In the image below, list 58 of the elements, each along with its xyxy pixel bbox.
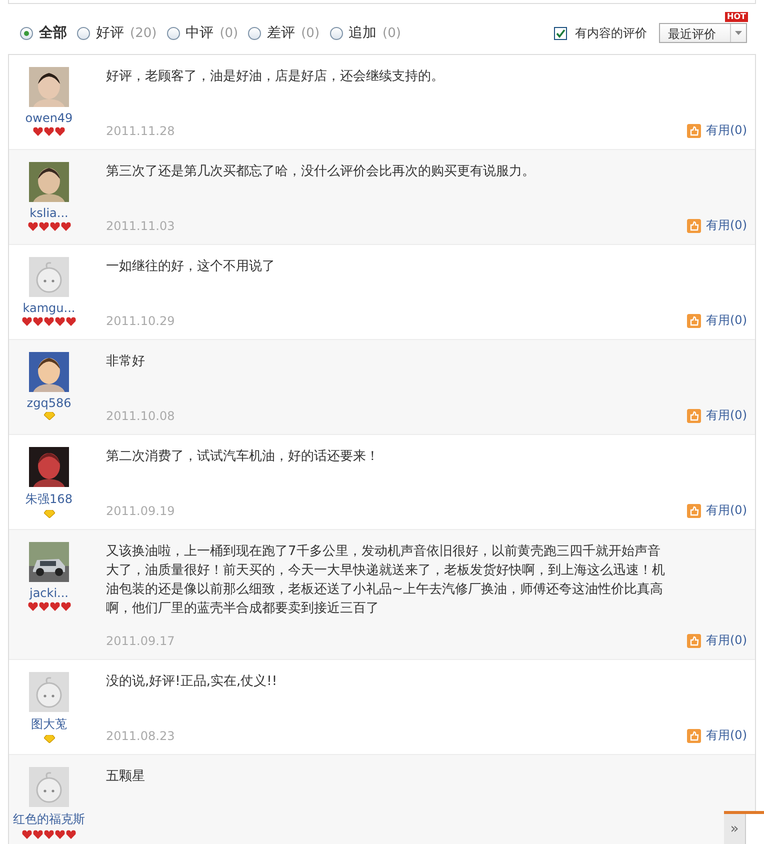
radio-button[interactable] [77, 26, 90, 40]
thumbs-up-icon [687, 504, 701, 518]
review-date: 2011.10.29 [106, 314, 175, 328]
radio-button[interactable] [330, 26, 343, 40]
useful-button[interactable]: 有用(0) [687, 122, 747, 139]
collapse-button[interactable]: » [724, 814, 746, 844]
caret-icon [735, 31, 742, 35]
review-text: 一如继往的好，这个不用说了 [106, 258, 276, 276]
review-date: 2011.10.08 [106, 408, 175, 422]
user-name[interactable]: 图大莵 [31, 716, 67, 733]
thumbs-up-icon [687, 728, 701, 742]
thumbs-up-icon [687, 634, 701, 648]
review-text: 第三次了还是第几次买都忘了哈，没什么评价会比再次的购买更有说服力。 [106, 163, 536, 181]
filter-option[interactable]: 差评 (0) [248, 24, 320, 42]
diamond-icon [44, 510, 54, 518]
review-date: 2011.08.23 [106, 728, 175, 742]
checkbox[interactable] [554, 26, 567, 40]
thumbs-up-icon [687, 218, 701, 232]
user-name[interactable]: jacki... [29, 586, 68, 600]
user-name[interactable]: 红色的福克斯 [13, 811, 85, 828]
review-date: 2011.09.17 [106, 634, 175, 648]
useful-button[interactable]: 有用(0) [687, 632, 747, 649]
useful-button[interactable]: 有用(0) [687, 502, 747, 519]
default-avatar-icon [29, 767, 69, 807]
default-avatar-icon [29, 672, 69, 712]
useful-button[interactable]: 有用(0) [687, 217, 747, 234]
filter-option[interactable]: 好评 (20) [77, 24, 157, 42]
useful-button[interactable]: 有用(0) [687, 407, 747, 424]
user-name[interactable]: 朱强168 [26, 491, 72, 508]
user-name[interactable]: zgq586 [26, 396, 72, 410]
filter-option[interactable]: 追加 (0) [330, 24, 401, 42]
review-text: 五颗星 [106, 768, 146, 786]
hot-badge: HOT [725, 12, 748, 22]
diamond-icon [44, 735, 54, 743]
user-name[interactable]: kamgu... [22, 301, 76, 315]
review-date: 2011.11.28 [106, 124, 175, 138]
filter-option[interactable]: 中评 (0) [166, 24, 238, 42]
default-avatar-icon [29, 257, 69, 297]
review-text: 又该换油啦，上一桶到现在跑了7千多公里，发动机声音依旧很好，以前黄壳跑三四千就开始声音大了，油质量很好！前天买的，今天一大早快递就送来了，老板发货好快啊，到上海这么迅速！机油包装的还是像以前那么细致，老板还送了小礼品~上午去汽修厂换油，师傅还夸这油性价比真高啊，他们厂里的蓝壳半合成都要卖到接近三百了 [106, 543, 666, 618]
thumbs-up-icon [687, 408, 701, 422]
useful-button[interactable]: 有用(0) [687, 312, 747, 329]
thumbs-up-icon [687, 314, 701, 328]
review-text: 没的说,好评!正品,实在,仗义!! [106, 673, 278, 691]
review-text: 好评，老顾客了，油是好油，店是好店，还会继续支持的。 [106, 68, 445, 86]
review-date: 2011.09.19 [106, 504, 175, 518]
review-text: 第二次消费了，试试汽车机油，好的话还要来！ [106, 448, 380, 466]
thumbs-up-icon [687, 124, 701, 138]
review-text: 非常好 [106, 353, 146, 371]
checkbox-label: 有内容的评价 [575, 24, 647, 42]
filter-option[interactable]: 全部 [20, 24, 67, 42]
radio-button[interactable] [166, 26, 180, 40]
radio-button[interactable] [248, 26, 262, 40]
useful-button[interactable]: 有用(0) [687, 727, 747, 744]
user-name[interactable]: owen49 [25, 111, 73, 125]
radio-button[interactable] [20, 26, 33, 40]
diamond-icon [44, 412, 54, 420]
user-name[interactable]: kslia... [30, 206, 68, 220]
review-date: 2011.11.03 [106, 218, 175, 232]
